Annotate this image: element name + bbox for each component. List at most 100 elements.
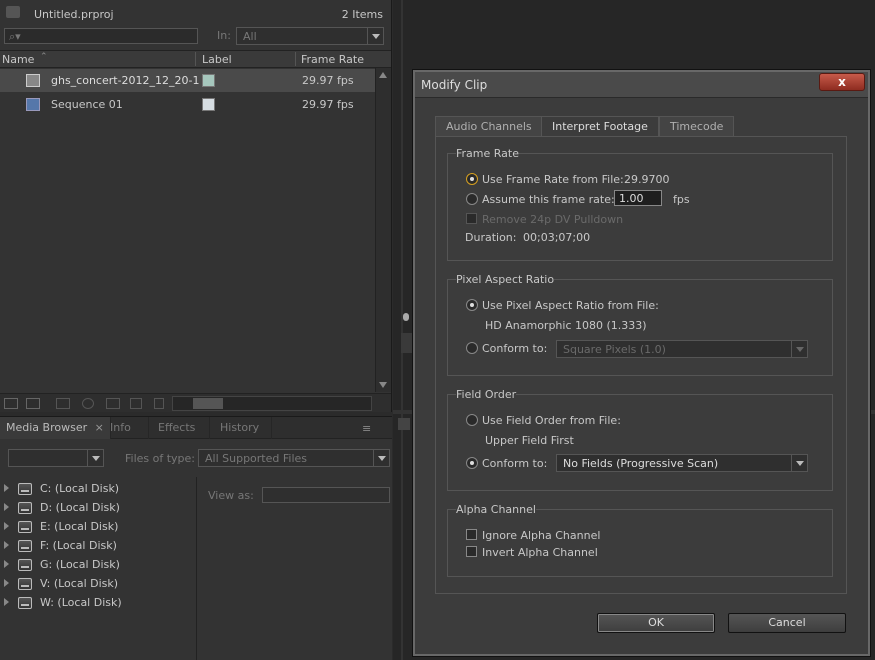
remove-pulldown-label: Remove 24p DV Pulldown: [482, 213, 624, 226]
column-frame-rate[interactable]: Frame Rate: [301, 53, 364, 66]
chevron-down-icon: [791, 341, 807, 357]
use-par-label: Use Pixel Aspect Ratio from File:: [482, 299, 659, 312]
sequence-icon: [26, 98, 40, 111]
tab-effects[interactable]: Effects: [152, 417, 210, 439]
panel-tab-bar: Media Browser × Info Effects History ≡: [0, 417, 392, 439]
field-order-conform-select[interactable]: No Fields (Progressive Scan): [556, 454, 808, 472]
field-order-conform-label: Conform to:: [482, 457, 548, 470]
automate-icon[interactable]: [56, 398, 70, 409]
column-label[interactable]: Label: [202, 53, 232, 66]
assume-frame-rate-radio[interactable]: [466, 193, 478, 205]
new-bin-icon[interactable]: [106, 398, 120, 409]
project-toolbar: [0, 393, 391, 412]
duration-label: Duration:: [465, 231, 517, 244]
find-icon[interactable]: [82, 398, 94, 409]
dialog-title: Modify Clip: [421, 78, 488, 92]
panel-menu-icon[interactable]: ≡: [362, 422, 371, 435]
expand-icon[interactable]: [4, 579, 9, 587]
project-folder-icon: [6, 6, 20, 18]
in-select[interactable]: All: [236, 27, 384, 45]
group-title: Alpha Channel: [456, 503, 536, 516]
duration-value: 00;03;07;00: [523, 231, 591, 244]
field-order-conform-radio[interactable]: [466, 457, 478, 469]
column-separator[interactable]: [195, 52, 196, 66]
panel-edge: [401, 333, 413, 353]
tab-media-browser[interactable]: Media Browser ×: [0, 417, 111, 439]
disk-icon: [18, 559, 32, 571]
expand-icon[interactable]: [4, 598, 9, 606]
use-par-from-file-radio[interactable]: [466, 299, 478, 311]
table-row[interactable]: ghs_concert-2012_12_20-1 29.97 fps: [0, 69, 375, 92]
disk-icon: [18, 540, 32, 552]
project-search-input[interactable]: ⌕▾: [4, 28, 198, 44]
item-name: Sequence 01: [51, 98, 123, 111]
scroll-thumb[interactable]: [193, 398, 223, 409]
project-panel: Untitled.prproj 2 Items ⌕▾ In: All Name …: [0, 0, 392, 412]
panel-handle-icon[interactable]: [403, 313, 409, 321]
disk-icon: [18, 597, 32, 609]
tab-info[interactable]: Info: [104, 417, 149, 439]
vertical-scrollbar[interactable]: [375, 68, 391, 392]
expand-icon[interactable]: [4, 522, 9, 530]
scroll-up-icon[interactable]: [379, 72, 387, 78]
sort-ascending-icon: ⌃: [40, 52, 48, 62]
column-name[interactable]: Name: [2, 53, 34, 66]
expand-icon[interactable]: [4, 560, 9, 568]
group-title: Pixel Aspect Ratio: [456, 273, 555, 286]
disk-icon: [18, 502, 32, 514]
expand-icon[interactable]: [4, 503, 9, 511]
panel-menu-icon[interactable]: [398, 418, 410, 430]
expand-icon[interactable]: [4, 484, 9, 492]
in-select-value: All: [243, 30, 257, 43]
in-label: In:: [217, 29, 231, 42]
chevron-down-icon: [791, 455, 807, 471]
column-separator[interactable]: [295, 52, 296, 66]
ok-button[interactable]: OK: [597, 613, 715, 633]
expand-icon[interactable]: [4, 541, 9, 549]
chevron-down-icon: [367, 28, 383, 44]
label-swatch[interactable]: [202, 74, 215, 87]
cancel-button[interactable]: Cancel: [728, 613, 846, 633]
group-title: Field Order: [456, 388, 517, 401]
tab-history[interactable]: History: [214, 417, 272, 439]
tab-timecode[interactable]: Timecode: [659, 116, 735, 136]
horizontal-scrollbar[interactable]: [172, 396, 372, 411]
pane-divider[interactable]: [196, 477, 197, 660]
view-as-select[interactable]: [262, 487, 390, 503]
item-frame-rate: 29.97 fps: [302, 98, 354, 111]
scroll-down-icon[interactable]: [379, 382, 387, 388]
location-select[interactable]: [8, 449, 104, 467]
search-icon: ⌕▾: [9, 30, 21, 43]
disk-icon: [18, 521, 32, 533]
use-field-order-label: Use Field Order from File:: [482, 414, 621, 427]
table-row[interactable]: Sequence 01 29.97 fps: [0, 93, 375, 116]
tab-interpret-footage[interactable]: Interpret Footage: [541, 116, 659, 137]
invert-alpha-checkbox[interactable]: [466, 546, 477, 557]
label-swatch[interactable]: [202, 98, 215, 111]
ignore-alpha-label: Ignore Alpha Channel: [482, 529, 601, 542]
dialog-title-bar[interactable]: Modify Clip x: [415, 72, 868, 98]
par-conform-select[interactable]: Square Pixels (1.0): [556, 340, 808, 358]
files-of-type-select[interactable]: All Supported Files: [198, 449, 390, 467]
panel-divider[interactable]: [401, 0, 403, 660]
use-frame-rate-from-file-radio[interactable]: [466, 173, 478, 185]
item-name: ghs_concert-2012_12_20-1: [51, 74, 200, 87]
tab-audio-channels[interactable]: Audio Channels: [435, 116, 543, 136]
icon-view-icon[interactable]: [26, 398, 40, 409]
par-conform-radio[interactable]: [466, 342, 478, 354]
chevron-down-icon: [373, 450, 389, 466]
trash-icon[interactable]: [154, 398, 164, 409]
ignore-alpha-checkbox[interactable]: [466, 529, 477, 540]
close-button[interactable]: x: [819, 73, 865, 91]
remove-pulldown-checkbox[interactable]: [466, 213, 477, 224]
clip-icon: [26, 74, 40, 87]
fps-label: fps: [673, 193, 690, 206]
list-view-icon[interactable]: [4, 398, 18, 409]
invert-alpha-label: Invert Alpha Channel: [482, 546, 598, 559]
project-item-count: 2 Items: [341, 8, 383, 21]
close-icon[interactable]: ×: [95, 421, 104, 434]
use-field-order-radio[interactable]: [466, 414, 478, 426]
group-title: Frame Rate: [456, 147, 519, 160]
new-item-icon[interactable]: [130, 398, 142, 409]
assume-frame-rate-input[interactable]: 1.00: [614, 190, 662, 206]
